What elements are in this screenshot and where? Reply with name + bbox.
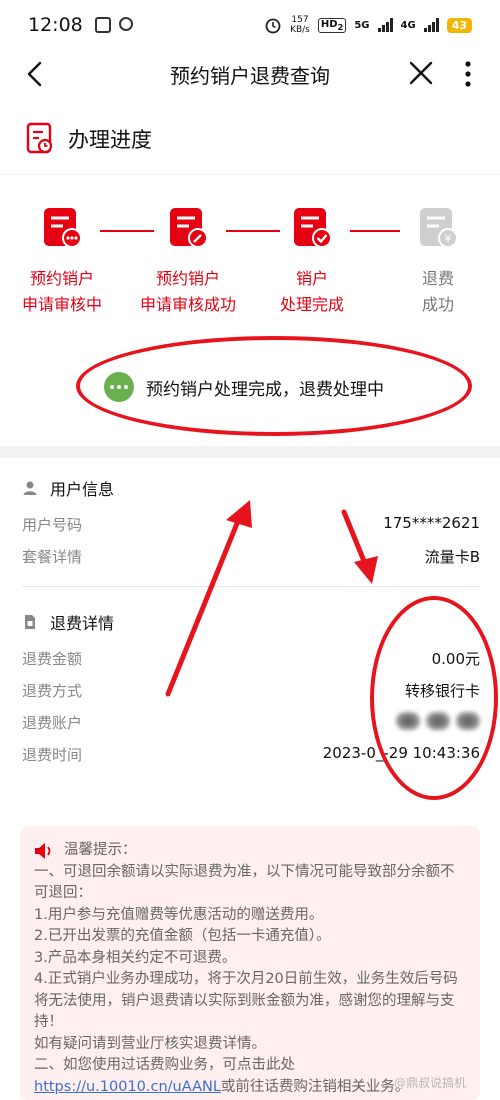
notice-line: 一、可退回余额请以实际退费为准，以下情况可能导致部分余额不可退回： (34, 863, 455, 902)
notice-line: 2.已开出发票的充值金额（包括一卡通充值）。 (34, 928, 331, 944)
arrow-down-shaft (341, 509, 369, 569)
watermark: @鼎叔说搞机 (393, 1075, 466, 1090)
notice-line: 1.用户参与充值赠费等优惠活动的赠送费用。 (34, 906, 324, 923)
notice-link-tail: 或前往话费购注销相关业务。 (220, 1078, 410, 1095)
notice-panel: 温馨提示： 一、可退回余额请以实际退费为准，以下情况可能导致部分余额不可退回： … (20, 826, 480, 1100)
notice-line: 如有疑问请到营业厅核实退费详情。 (34, 1035, 266, 1052)
arrow-up-shaft (165, 513, 243, 697)
notice-line: 3.产品本身相关约定不可退费。 (34, 949, 237, 966)
notice-line: 4.正式销户业务办理成功，将于次月20日前生效，业务生效后号码将无法使用，销户退… (34, 971, 458, 1030)
notice-link[interactable]: https://u.10010.cn/uAANL (34, 1079, 221, 1095)
arrow-up-head (226, 500, 252, 528)
notice-title: 温馨提示： (64, 842, 137, 858)
speaker-icon (35, 842, 51, 859)
arrow-down-head (354, 556, 378, 584)
